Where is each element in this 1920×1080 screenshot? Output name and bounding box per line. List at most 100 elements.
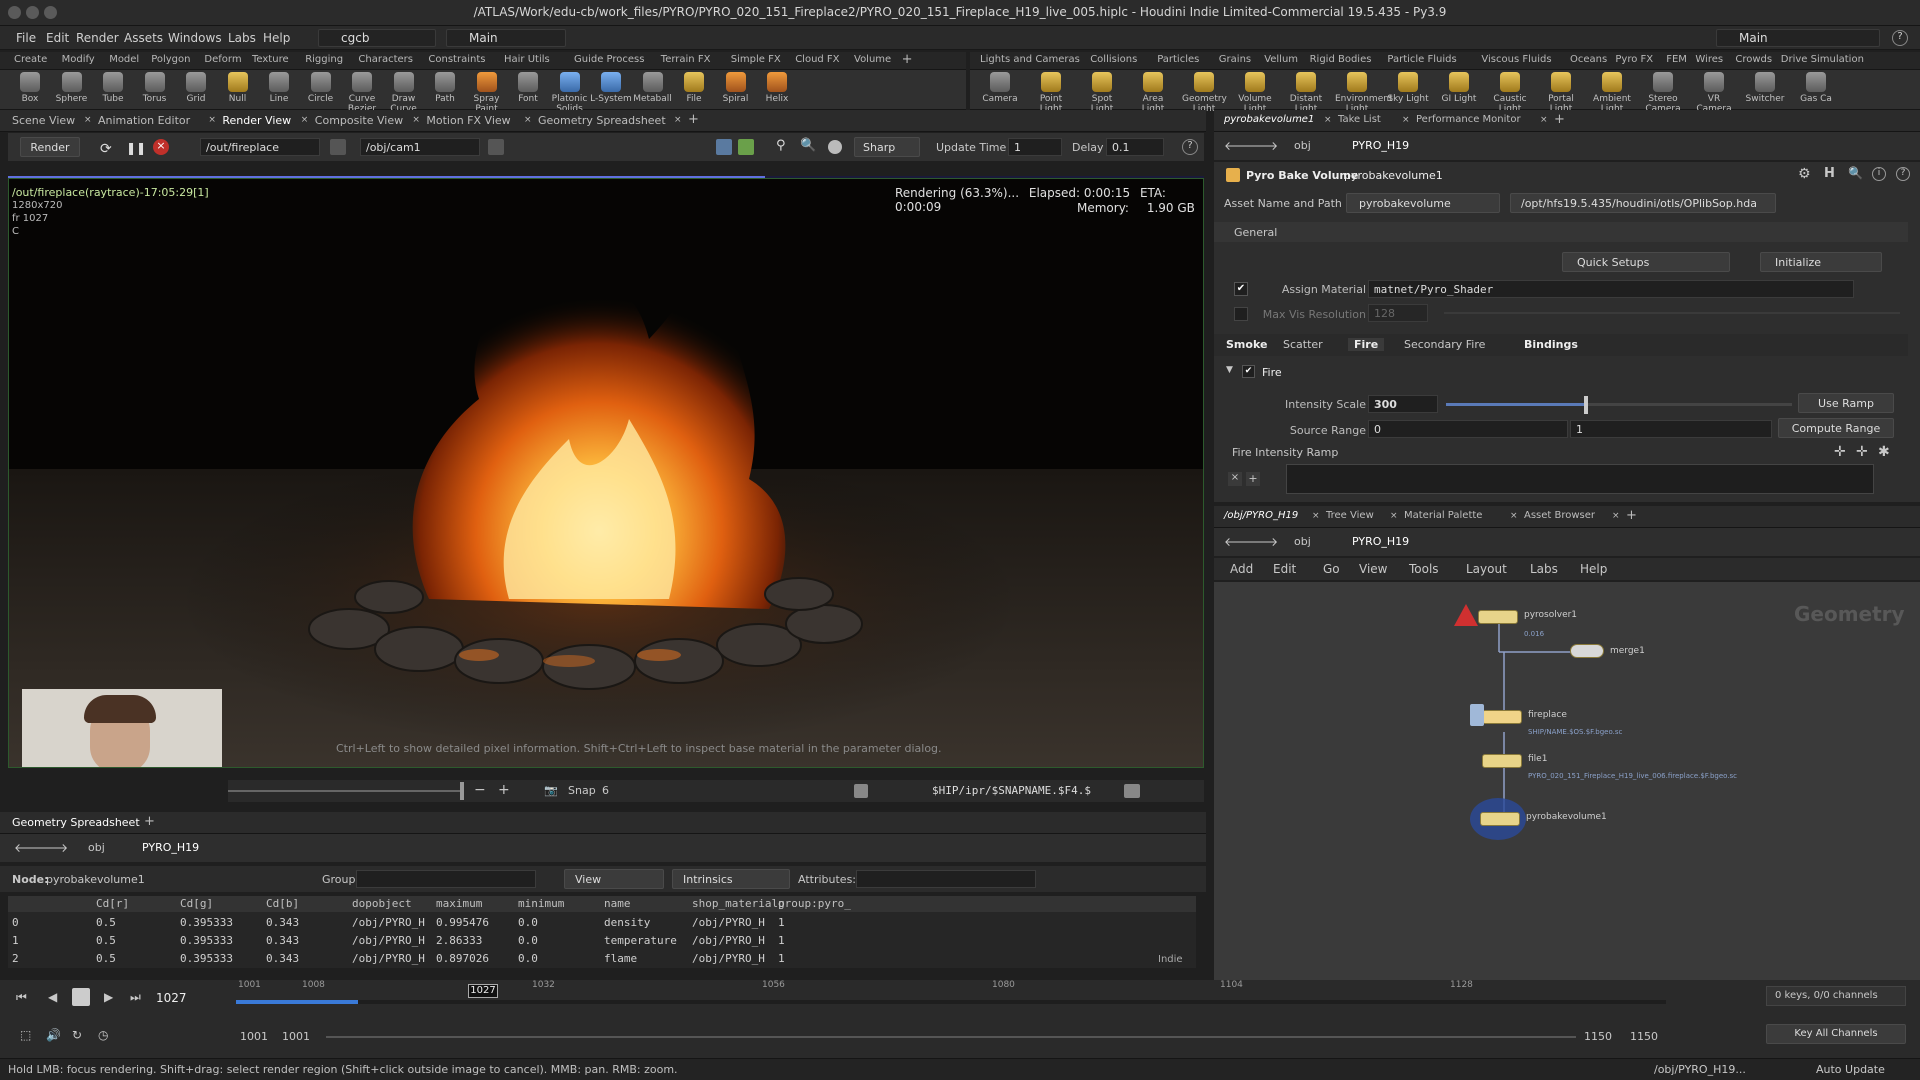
pause-icon[interactable]: ❚❚	[126, 141, 146, 155]
close-tab-icon[interactable]: ×	[1402, 115, 1410, 125]
render-viewport[interactable]: /out/fireplace(raytrace)-17:05:29[1] 128…	[8, 178, 1204, 768]
network-path-root[interactable]: obj	[1294, 535, 1311, 548]
subtab-fire[interactable]: Fire	[1348, 338, 1385, 351]
subtab-scatter[interactable]: Scatter	[1277, 338, 1329, 351]
params-search-icon[interactable]: 🔍	[1848, 166, 1863, 180]
loop-icon[interactable]: ↻	[72, 1028, 82, 1042]
shelf-tab-particle-fluids[interactable]: Particle Fluids	[1387, 54, 1456, 65]
tab-scene-view[interactable]: Scene View	[12, 114, 75, 127]
audio-icon[interactable]: 🔊	[46, 1028, 61, 1042]
network-path-node[interactable]: PYRO_H19	[1352, 535, 1409, 548]
quick-setups-dropdown[interactable]: Quick Setups	[1562, 252, 1730, 272]
max-vis-checkbox[interactable]	[1234, 307, 1248, 321]
tool-platonic-solids[interactable]: Platonic Solids	[548, 72, 592, 114]
params-forward-icon[interactable]: 🡒	[1246, 138, 1278, 153]
shelf-tab-lights-and-cameras[interactable]: Lights and Cameras	[980, 54, 1080, 65]
fire-ramp-editor[interactable]	[1286, 464, 1874, 494]
spreadsheet-path-node[interactable]: PYRO_H19	[142, 841, 199, 854]
node-fireplace[interactable]: fireplace SHIP/NAME.$OS.$F.bgeo.sc	[1470, 704, 1622, 736]
range-start[interactable]: 1001	[240, 1030, 268, 1043]
fire-folder[interactable]: ▼ ✔ Fire	[1214, 362, 1908, 382]
display-icon[interactable]	[828, 140, 842, 154]
close-tab-icon[interactable]: ×	[84, 115, 92, 125]
render-help-icon[interactable]: ?	[1182, 139, 1198, 155]
shelf-tab-volume[interactable]: Volume	[854, 54, 891, 65]
intrinsics-dropdown[interactable]: Intrinsics	[672, 869, 790, 889]
close-tab-icon[interactable]: ×	[412, 115, 420, 125]
tool-torus[interactable]: Torus	[133, 72, 177, 104]
column-header[interactable]: shop_materialp	[692, 897, 785, 910]
tab-take-list[interactable]: Take List	[1338, 114, 1381, 125]
camera-lock-icon[interactable]	[488, 139, 504, 155]
menu-edit[interactable]: Edit	[46, 31, 69, 45]
tab--obj-pyro_h19[interactable]: /obj/PYRO_H19	[1224, 510, 1298, 521]
menu-render[interactable]: Render	[76, 31, 119, 45]
shelf-tab-modify[interactable]: Modify	[62, 54, 95, 65]
intensity-slider-handle[interactable]	[1584, 396, 1589, 414]
general-folder[interactable]: General	[1214, 222, 1908, 242]
tab-render-view[interactable]: Render View	[222, 114, 291, 127]
tool-line[interactable]: Line	[257, 72, 301, 104]
column-header[interactable]: minimum	[518, 897, 564, 910]
table-row[interactable]: 0 0.5 0.395333 0.343/obj/PYRO_H 0.995476 0.0 d…	[8, 914, 1196, 932]
network-menu-labs[interactable]: Labs	[1530, 562, 1558, 576]
snapshot-camera-icon[interactable]: 📷	[544, 784, 558, 797]
hda-icon[interactable]: H	[1824, 166, 1835, 181]
add-tab-icon[interactable]: +	[688, 112, 699, 127]
tool-camera[interactable]: Camera	[978, 72, 1022, 104]
render-button[interactable]: Render	[20, 137, 80, 157]
assign-material-checkbox[interactable]: ✔	[1234, 282, 1248, 296]
shelf-tab-particles[interactable]: Particles	[1157, 54, 1199, 65]
gear-icon[interactable]: ⚙	[1798, 166, 1811, 182]
node-pyrosolver1[interactable]: pyrosolver1 0.016	[1454, 604, 1577, 638]
zoom-out-icon[interactable]: −	[474, 782, 486, 798]
tool-spiral[interactable]: Spiral	[714, 72, 758, 104]
network-menu-edit[interactable]: Edit	[1273, 562, 1296, 576]
tab-performance-monitor[interactable]: Performance Monitor	[1416, 114, 1521, 125]
menu-file[interactable]: File	[16, 31, 36, 45]
network-menu-layout[interactable]: Layout	[1466, 562, 1507, 576]
close-tab-icon[interactable]: ×	[674, 115, 682, 125]
shelf-tab-rigging[interactable]: Rigging	[305, 54, 343, 65]
delay-field[interactable]: 0.1	[1106, 138, 1164, 156]
key-all-channels-dropdown[interactable]: Key All Channels	[1766, 1024, 1906, 1044]
realtime-icon[interactable]: ◷	[98, 1028, 108, 1042]
tab-geometry-spreadsheet[interactable]: Geometry Spreadsheet	[538, 114, 666, 127]
shelf-tab-vellum[interactable]: Vellum	[1264, 54, 1298, 65]
info-icon[interactable]: i	[1872, 167, 1886, 181]
initialize-dropdown[interactable]: Initialize	[1760, 252, 1882, 272]
network-editor[interactable]: Geometry pyrosolver1 0.016 merge1 firepl…	[1214, 582, 1920, 982]
tool-l-system[interactable]: L-System	[589, 72, 633, 104]
tool-gi-light[interactable]: GI Light	[1437, 72, 1481, 104]
close-tab-icon[interactable]: ×	[1510, 511, 1518, 521]
column-header[interactable]: dopobject	[352, 897, 412, 910]
column-header[interactable]: Cd[r]	[96, 897, 129, 910]
max-vis-slider[interactable]	[1444, 312, 1900, 314]
shelf-tab-viscous-fluids[interactable]: Viscous Fluids	[1481, 54, 1551, 65]
shelf-tab-polygon[interactable]: Polygon	[151, 54, 190, 65]
node-file1[interactable]: file1 PYRO_020_151_Fireplace_H19_live_00…	[1482, 754, 1737, 780]
tool-distant-light[interactable]: Distant Light	[1284, 72, 1328, 114]
update-time-field[interactable]: 1	[1008, 138, 1062, 156]
asset-path-dropdown[interactable]: /opt/hfs19.5.435/houdini/otls/OPlibSop.h…	[1510, 193, 1776, 213]
shelf-tab-collisions[interactable]: Collisions	[1090, 54, 1137, 65]
tab-composite-view[interactable]: Composite View	[315, 114, 403, 127]
camera-field[interactable]: /obj/cam1	[360, 138, 480, 156]
network-menu-go[interactable]: Go	[1323, 562, 1340, 576]
ramp-add-icon[interactable]: +	[1246, 472, 1260, 486]
desk-right-dropdown[interactable]: Main	[1716, 29, 1880, 47]
tool-geometry-light[interactable]: Geometry Light	[1182, 72, 1227, 114]
tool-font[interactable]: Font	[506, 72, 550, 104]
column-header[interactable]: maximum	[436, 897, 482, 910]
close-tab-icon[interactable]: ×	[208, 115, 216, 125]
tool-helix[interactable]: Helix	[755, 72, 799, 104]
auto-update-dropdown[interactable]: Auto Update	[1816, 1063, 1885, 1076]
timeline-scrubber[interactable]: 1001 1008 1032 1056 1080 1104 1128 1027	[236, 980, 1666, 1014]
desktop-dropdown[interactable]: cgcb	[318, 29, 436, 47]
spreadsheet-path-root[interactable]: obj	[88, 841, 105, 854]
tab-animation-editor[interactable]: Animation Editor	[98, 114, 190, 127]
shelf-tab-terrain-fx[interactable]: Terrain FX	[661, 54, 711, 65]
node-body[interactable]	[1482, 754, 1522, 768]
snap-path[interactable]: $HIP/ipr/$SNAPNAME.$F4.$	[932, 784, 1091, 797]
shelf-tab-pyro-fx[interactable]: Pyro FX	[1615, 54, 1653, 65]
